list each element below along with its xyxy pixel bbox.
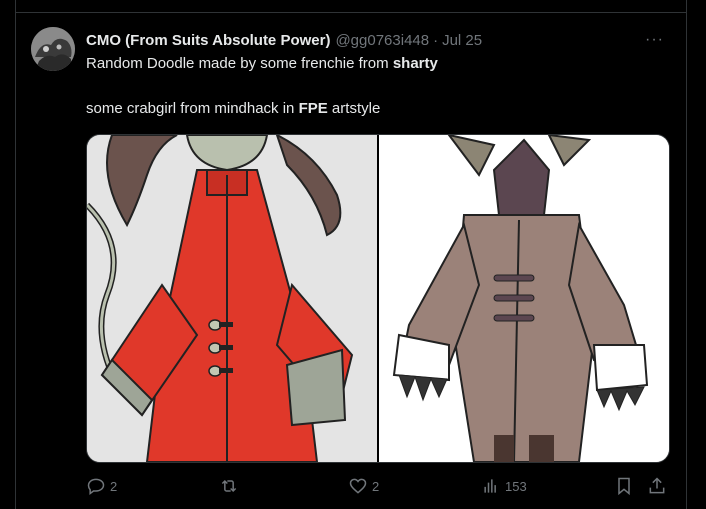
tweet[interactable]: CMO (From Suits Absolute Power) @gg0763i… bbox=[16, 13, 686, 509]
retweet-button[interactable] bbox=[219, 476, 243, 496]
bookmark-icon bbox=[618, 477, 630, 496]
tweet-header: CMO (From Suits Absolute Power) @gg0763i… bbox=[86, 29, 666, 51]
bookmark-button[interactable] bbox=[614, 476, 634, 496]
author-name[interactable]: CMO (From Suits Absolute Power) bbox=[86, 32, 330, 49]
column-border-right bbox=[686, 0, 687, 509]
reply-icon bbox=[87, 478, 105, 495]
tweet-text: Random Doodle made by some frenchie from bbox=[86, 55, 393, 72]
tweet-text-bold: sharty bbox=[392, 55, 438, 72]
tweet-text: some crabgirl from mindhack in bbox=[86, 100, 299, 117]
share-icon bbox=[649, 477, 665, 494]
more-options-icon[interactable]: ··· bbox=[645, 31, 664, 49]
reply-count: 2 bbox=[110, 478, 118, 494]
share-button[interactable] bbox=[647, 476, 667, 496]
tweet-text-line-1: Random Doodle made by some frenchie from… bbox=[86, 55, 438, 72]
media-image-left[interactable] bbox=[87, 135, 377, 462]
media-image-right[interactable] bbox=[379, 135, 669, 462]
views-button[interactable]: 153 bbox=[481, 476, 527, 496]
tweet-text: artstyle bbox=[327, 100, 381, 117]
tweet-text-line-2: some crabgirl from mindhack in FPE artst… bbox=[86, 100, 380, 117]
tweet-actions: 2 2 153 bbox=[86, 476, 668, 500]
separator: · bbox=[433, 31, 439, 49]
like-count: 2 bbox=[372, 478, 380, 494]
tweet-date[interactable]: Jul 25 bbox=[442, 32, 482, 49]
tweet-text-bold: FPE bbox=[298, 100, 328, 117]
views-icon bbox=[484, 479, 496, 493]
avatar[interactable] bbox=[31, 27, 75, 71]
heart-icon bbox=[349, 478, 367, 494]
views-count: 153 bbox=[505, 478, 527, 494]
reply-button[interactable]: 2 bbox=[86, 476, 117, 496]
author-handle[interactable]: @gg0763i448 bbox=[335, 32, 429, 49]
media-grid[interactable] bbox=[86, 134, 670, 463]
retweet-icon bbox=[221, 479, 237, 493]
like-button[interactable]: 2 bbox=[348, 476, 379, 496]
